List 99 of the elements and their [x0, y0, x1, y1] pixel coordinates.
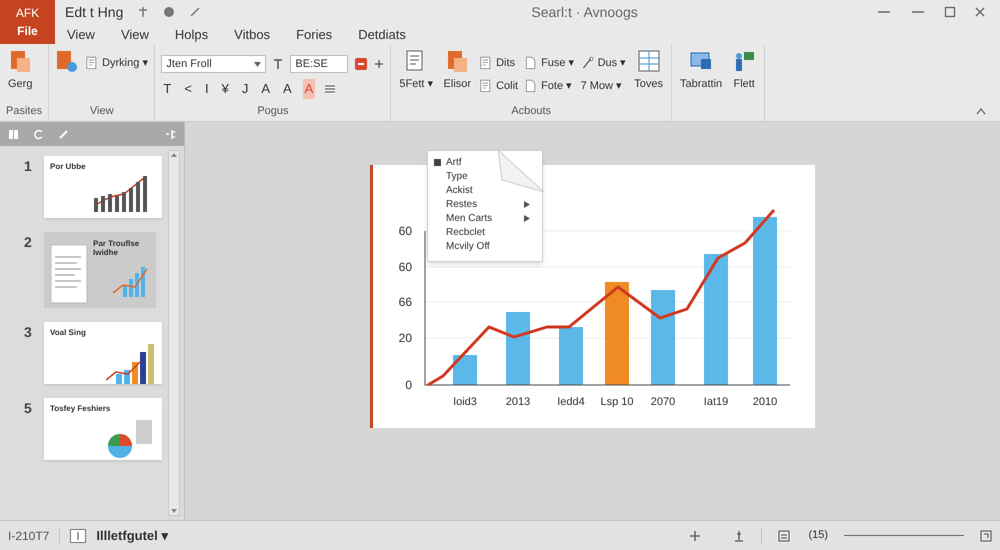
menu-item[interactable]: Men Carts: [434, 211, 542, 225]
maximize-icon[interactable]: [944, 6, 956, 18]
slide-thumbnail[interactable]: Tosfey Feshiers: [44, 398, 162, 460]
menu-item[interactable]: Type: [434, 169, 542, 183]
scrollbar[interactable]: [168, 150, 180, 516]
scroll-down-icon[interactable]: [170, 507, 178, 515]
menu-item[interactable]: Mcvily Off: [434, 239, 542, 253]
font-name-field[interactable]: Jten Froll: [161, 55, 266, 73]
align-icon[interactable]: [324, 82, 336, 95]
axis-label: 60: [398, 224, 412, 238]
file-tab-top-label: AFK: [16, 5, 40, 22]
format-button[interactable]: A: [281, 79, 294, 98]
table-icon: [636, 49, 661, 73]
document-title: Edt t Hng: [65, 2, 124, 22]
axis-label: 2013: [506, 396, 530, 408]
ribbon-tab[interactable]: View: [65, 24, 97, 44]
menu-item[interactable]: Ackist: [434, 183, 542, 197]
fit-to-window-icon[interactable]: [980, 530, 992, 542]
slide-thumbnail[interactable]: Voal Sing: [44, 322, 162, 384]
slide-counter: I-210T7: [8, 528, 50, 544]
ribbon-button[interactable]: Gerg: [6, 49, 34, 92]
menu-item[interactable]: Restes: [434, 197, 542, 211]
slide-view-icon[interactable]: [778, 530, 790, 542]
format-button[interactable]: A: [259, 79, 272, 98]
pin-icon[interactable]: [137, 6, 150, 18]
axis-label: Iedd4: [557, 396, 585, 408]
notes-icon[interactable]: [70, 528, 86, 542]
slide-thumbnail-title: Voal Sing: [50, 327, 86, 339]
shape-icon[interactable]: [354, 57, 368, 71]
file-tab-label[interactable]: File: [17, 22, 38, 40]
anchor-icon[interactable]: [733, 530, 746, 542]
menu-item[interactable]: Recbclet: [434, 225, 542, 239]
slide-thumbnail-drawing: [108, 420, 152, 458]
format-button[interactable]: T: [161, 79, 174, 98]
axis-label: Ioid3: [453, 396, 477, 408]
pen-icon[interactable]: [189, 6, 202, 18]
paste-icon: [445, 49, 470, 73]
plus-icon[interactable]: [689, 530, 702, 542]
font-size-field[interactable]: BE:SE: [290, 55, 348, 73]
slide-thumbnail-title: Tosfey Feshiers: [50, 403, 110, 415]
slide-icon[interactable]: [55, 49, 80, 73]
axis-label: 60: [398, 260, 412, 274]
ribbon-tab[interactable]: Detdiats: [356, 24, 408, 44]
slide-thumbnail-drawing: [106, 344, 154, 384]
ribbon-tab[interactable]: Holps: [172, 24, 210, 44]
ribbon-tab[interactable]: Fories: [294, 24, 334, 44]
ribbon-button[interactable]: Tabrattin: [678, 49, 724, 92]
ribbon-button[interactable]: Toves: [632, 49, 665, 92]
file-tab[interactable]: AFK File: [0, 0, 55, 44]
plus-icon[interactable]: [374, 59, 384, 69]
scroll-up-icon[interactable]: [170, 151, 178, 159]
ribbon-button[interactable]: Fuse ▾: [524, 55, 575, 72]
axis-label: 20: [398, 331, 412, 345]
group-label: Pogus: [257, 105, 289, 117]
axis-label: 0: [405, 378, 412, 392]
format-button[interactable]: J: [240, 79, 250, 98]
close-icon[interactable]: [974, 6, 986, 18]
slide-number: 5: [24, 399, 33, 418]
ribbon-button[interactable]: Dus ▾: [580, 55, 626, 72]
format-button[interactable]: ¥: [220, 79, 231, 98]
ribbon-tab[interactable]: Vitbos: [232, 24, 272, 44]
zoom-level[interactable]: (15): [808, 527, 828, 544]
axis-label: 66: [398, 295, 412, 309]
ribbon-button[interactable]: Fote ▾: [524, 78, 575, 94]
slide-thumbnail[interactable]: Por Ubbe: [44, 156, 162, 218]
format-button[interactable]: <: [182, 79, 194, 98]
slide-number: 2: [24, 233, 33, 252]
collapse-ribbon-icon[interactable]: [976, 107, 986, 115]
group-label: Pasites: [6, 105, 42, 117]
ribbon-button[interactable]: Colit: [479, 78, 518, 94]
ribbon-button[interactable]: Dits: [479, 55, 518, 72]
circle-icon[interactable]: [163, 6, 176, 18]
menu-item[interactable]: Artf: [434, 155, 542, 169]
search-field[interactable]: Searl:t · Avnoogs: [531, 2, 638, 22]
group-label: View: [90, 105, 114, 117]
ribbon-button[interactable]: Dyrking ▾: [85, 55, 148, 72]
slide-thumbnail-title: Por Ubbe: [50, 161, 86, 173]
slide-number: 3: [24, 323, 33, 342]
slide-thumbnail-drawing: [94, 176, 148, 213]
slide-number: 1: [24, 157, 33, 176]
slide-thumbnail-title: Par Trouflse Iwidhe: [93, 239, 140, 257]
paste-icon: [8, 49, 32, 73]
ribbon-button[interactable]: 5Fett ▾: [397, 49, 436, 92]
axis-label: 2010: [752, 396, 778, 408]
dropdown-icon: [254, 62, 262, 66]
pen-icon: [580, 56, 595, 70]
axis-label: Iat19: [704, 396, 728, 408]
group-label: Acbouts: [511, 105, 552, 117]
ribbon-button[interactable]: Elisor: [442, 49, 474, 92]
text-size-icon[interactable]: [272, 58, 284, 70]
format-button[interactable]: I: [202, 79, 211, 98]
ribbon-button[interactable]: Flett: [730, 49, 758, 92]
ribbon-tab[interactable]: View: [118, 24, 151, 44]
menu-item-icon: [434, 158, 441, 166]
axis-label: 2070: [650, 396, 676, 408]
slide-thumbnail[interactable]: Par Trouflse Iwidhe: [44, 232, 156, 308]
ribbon-button[interactable]: 7 Mow ▾: [580, 78, 626, 94]
language-button[interactable]: Illletfgutel ▾: [96, 526, 168, 546]
axis-label: Lsp 10: [600, 396, 634, 408]
